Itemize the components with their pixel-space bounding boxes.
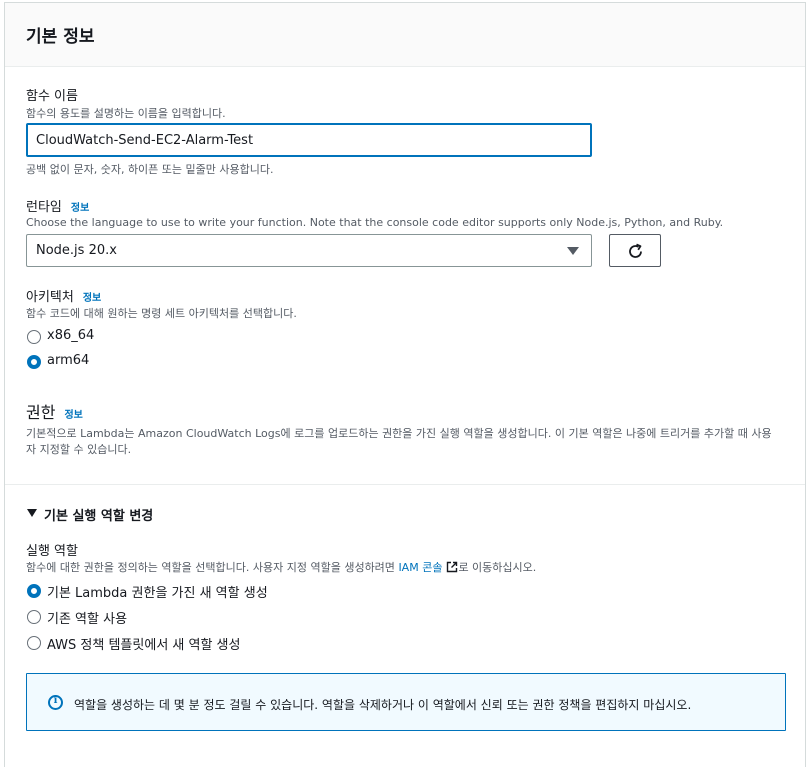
caret-down-icon	[567, 247, 579, 255]
role-creation-info-text: 역할을 생성하는 데 몇 분 정도 걸릴 수 있습니다. 역할을 삭제하거나 이…	[74, 698, 692, 712]
execution-role-description: 함수에 대한 권한을 정의하는 역할을 선택합니다. 사용자 지정 역할을 생성…	[26, 559, 536, 575]
function-name-description: 함수의 용도를 설명하는 이름을 입력합니다.	[26, 107, 226, 120]
change-default-execution-role-expander[interactable]: 기본 실행 역할 변경	[44, 505, 153, 524]
radio-arm64-label: arm64	[47, 353, 90, 368]
architecture-label: 아키텍처	[26, 290, 74, 305]
execution-role-description-prefix: 함수에 대한 권한을 정의하는 역할을 선택합니다. 사용자 지정 역할을 생성…	[26, 561, 395, 574]
expander-caret-icon[interactable]	[27, 509, 37, 517]
refresh-icon	[629, 243, 642, 258]
role-creation-info-alert: i 역할을 생성하는 데 몇 분 정도 걸릴 수 있습니다. 역할을 삭제하거나…	[26, 673, 786, 731]
function-name-hint: 공백 없이 문자, 숫자, 하이픈 또는 밑줄만 사용합니다.	[26, 163, 274, 176]
permissions-title-row: 권한 정보	[26, 399, 83, 423]
radio-arm64[interactable]	[27, 355, 41, 369]
runtime-label-row: 런타임 정보	[26, 196, 89, 215]
permissions-info-link[interactable]: 정보	[64, 410, 82, 421]
runtime-description: Choose the language to use to write your…	[26, 216, 724, 229]
radio-create-from-policy-template[interactable]	[27, 636, 41, 650]
permissions-description-line2: 자 지정할 수 있습니다.	[26, 443, 132, 456]
execution-role-description-suffix: 로 이동하십시오.	[458, 561, 537, 574]
architecture-label-row: 아키텍처 정보	[26, 286, 101, 305]
architecture-description: 함수 코드에 대해 원하는 명령 세트 아키텍처를 선택합니다.	[26, 307, 297, 320]
panel-title: 기본 정보	[26, 27, 95, 47]
execution-role-label: 실행 역할	[26, 544, 78, 559]
radio-use-existing-role[interactable]	[27, 610, 41, 624]
runtime-label: 런타임	[26, 200, 62, 215]
refresh-runtime-button[interactable]	[609, 234, 661, 267]
function-name-input[interactable]	[26, 123, 592, 157]
radio-create-from-policy-template-label: AWS 정책 템플릿에서 새 역할 생성	[47, 638, 241, 653]
radio-x86-64-label: x86_64	[47, 328, 95, 343]
radio-create-new-basic-role-label: 기본 Lambda 권한을 가진 새 역할 생성	[47, 586, 268, 601]
runtime-info-link[interactable]: 정보	[71, 203, 89, 214]
runtime-selected-value: Node.js 20.x	[36, 243, 117, 258]
radio-x86-64[interactable]	[27, 330, 41, 344]
architecture-info-link[interactable]: 정보	[83, 293, 101, 304]
info-circle-icon: i	[48, 695, 63, 710]
permissions-description-line1: 기본적으로 Lambda는 Amazon CloudWatch Logs에 로그…	[26, 427, 772, 440]
section-divider	[5, 484, 805, 485]
iam-console-link[interactable]: IAM 콘솔	[398, 561, 458, 574]
iam-console-link-text: IAM 콘솔	[398, 561, 443, 574]
external-link-icon	[447, 561, 458, 573]
radio-use-existing-role-label: 기존 역할 사용	[47, 612, 128, 627]
radio-create-new-basic-role[interactable]	[27, 584, 41, 598]
runtime-select[interactable]: Node.js 20.x	[26, 234, 592, 267]
panel-header: 기본 정보	[5, 3, 805, 67]
basic-info-panel: 기본 정보 함수 이름 함수의 용도를 설명하는 이름을 입력합니다. 공백 없…	[4, 2, 806, 767]
function-name-label: 함수 이름	[26, 89, 78, 104]
permissions-title: 권한	[26, 403, 56, 422]
